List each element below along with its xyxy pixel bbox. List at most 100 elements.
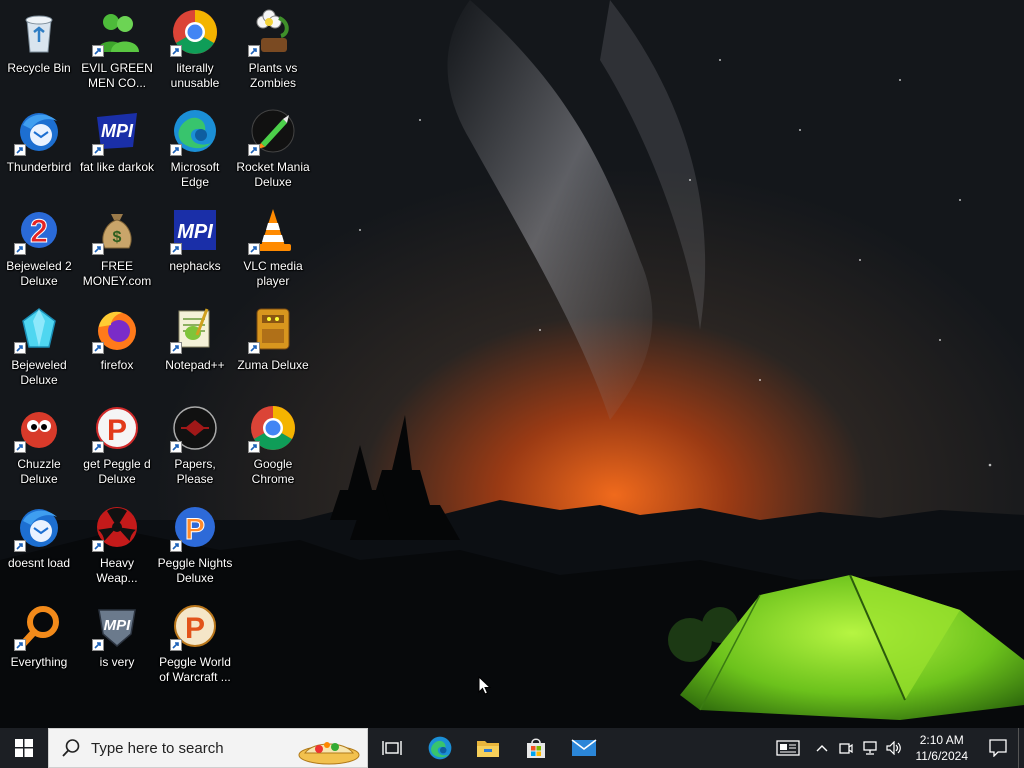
start-button[interactable] [0,728,48,768]
news-button[interactable] [766,728,810,768]
desktop-icon-label: Papers, Please [174,457,216,486]
search-input[interactable] [89,738,293,758]
notification-icon [989,739,1007,757]
shortcut-arrow-icon [248,45,260,57]
desktop-icon-firefox[interactable]: firefox [78,299,156,391]
desktop-icon-label: literally unusable [170,61,220,90]
desktop-icon-free-money[interactable]: $ FREE MONEY.com [78,200,156,292]
show-hidden-icons-button[interactable] [810,728,834,768]
shortcut-arrow-icon [248,144,260,156]
desktop-icon-heavy-weapon[interactable]: Heavy Weap... [78,497,156,589]
network-button[interactable] [858,728,882,768]
desktop-icon-everything[interactable]: Everything [0,596,78,688]
desktop-icon-label: firefox [100,358,134,372]
shortcut-arrow-icon [170,441,182,453]
desktop-icon-is-very[interactable]: MPI is very [78,596,156,688]
shortcut-arrow-icon [92,540,104,552]
desktop-icon-papers-please[interactable]: Papers, Please [156,398,234,490]
svg-text:2: 2 [30,213,48,249]
shortcut-arrow-icon [92,45,104,57]
desktop-icon-label: get Peggle d Deluxe [83,457,151,486]
network-icon [862,741,877,755]
search-highlight-icon[interactable] [295,731,363,767]
mail-icon [571,739,597,756]
desktop-icon-label: Everything [10,655,68,669]
desktop-icon-label: Chuzzle Deluxe [17,457,61,486]
taskbar-file-explorer-button[interactable] [464,728,512,768]
taskbar-store-button[interactable] [512,728,560,768]
chevron-up-icon [816,745,827,752]
shortcut-arrow-icon [92,441,104,453]
desktop-icon-bejeweled[interactable]: Bejeweled Deluxe [0,299,78,391]
mouse-cursor-icon [478,676,492,695]
taskbar-search-box[interactable] [48,728,368,768]
shortcut-arrow-icon [170,540,182,552]
news-icon [775,740,800,756]
taskbar-clock[interactable]: 2:10 AM 11/6/2024 [906,728,979,768]
shortcut-arrow-icon [248,342,260,354]
shortcut-arrow-icon [14,639,26,651]
shortcut-arrow-icon [14,540,26,552]
volume-button[interactable] [882,728,906,768]
svg-text:MPI: MPI [177,221,213,243]
desktop-icon-label: nephacks [169,259,221,273]
shortcut-arrow-icon [14,441,26,453]
desktop-icon-thunderbird[interactable]: Thunderbird [0,101,78,193]
svg-text:P: P [107,414,127,447]
clock-date: 11/6/2024 [915,749,969,763]
desktop-icon-fat-like-darkok[interactable]: MPI fat like darkok [78,101,156,193]
shortcut-arrow-icon [248,441,260,453]
task-view-button[interactable] [368,728,416,768]
desktop-icon-plants-vs-zombies[interactable]: Plants vs Zombies [234,2,312,94]
desktop: Recycle Bin Thunderbird 2 Bejeweled 2 De… [0,0,1024,728]
desktop-icon-vlc[interactable]: VLC media player [234,200,312,292]
desktop-icon-label: Microsoft Edge [170,160,220,189]
desktop-icon-label: is very [99,655,135,669]
desktop-icon-notepad-plus-plus[interactable]: Notepad++ [156,299,234,391]
desktop-icon-zuma[interactable]: Zuma Deluxe [234,299,312,391]
shortcut-arrow-icon [92,243,104,255]
desktop-icon-peggle-nights[interactable]: P Peggle Nights Deluxe [156,497,234,589]
svg-text:P: P [185,612,205,645]
shortcut-arrow-icon [170,144,182,156]
desktop-icon-doesnt-load[interactable]: doesnt load [0,497,78,589]
taskbar-edge-button[interactable] [416,728,464,768]
desktop-icon-bejeweled-2[interactable]: 2 Bejeweled 2 Deluxe [0,200,78,292]
desktop-icon-microsoft-edge[interactable]: Microsoft Edge [156,101,234,193]
desktop-icon-label: Rocket Mania Deluxe [236,160,310,189]
shortcut-arrow-icon [170,243,182,255]
desktop-icon-label: EVIL GREEN MEN CO... [81,61,153,90]
shortcut-arrow-icon [170,342,182,354]
desktop-icon-literally-unusable[interactable]: literally unusable [156,2,234,94]
desktop-icon-label: Heavy Weap... [96,556,138,585]
desktop-icon-get-peggle[interactable]: P get Peggle d Deluxe [78,398,156,490]
shortcut-arrow-icon [14,243,26,255]
desktop-icon-recycle-bin[interactable]: Recycle Bin [0,2,78,94]
show-desktop-button[interactable] [1018,728,1024,768]
desktop-icon-rocket-mania[interactable]: Rocket Mania Deluxe [234,101,312,193]
desktop-icon-peggle-world-of-warcraft[interactable]: P Peggle World of Warcraft ... [156,596,234,688]
desktop-icon-label: Notepad++ [165,358,225,372]
svg-text:$: $ [113,229,122,246]
clock-time: 2:10 AM [919,733,964,747]
desktop-icon-nephacks[interactable]: MPI nephacks [156,200,234,292]
shortcut-arrow-icon [92,144,104,156]
shortcut-arrow-icon [92,639,104,651]
task-view-icon [382,741,402,755]
desktop-icon-label: Peggle World of Warcraft ... [159,655,231,684]
desktop-icon-label: Recycle Bin [7,61,71,75]
meet-now-button[interactable] [834,728,858,768]
desktop-icon-evil-green-men[interactable]: EVIL GREEN MEN CO... [78,2,156,94]
volume-icon [885,741,901,755]
desktop-icon-chuzzle[interactable]: Chuzzle Deluxe [0,398,78,490]
notification-center-button[interactable] [978,728,1018,768]
edge-icon [428,736,452,760]
taskbar: 2:10 AM 11/6/2024 [0,728,1024,768]
taskbar-mail-button[interactable] [560,728,608,768]
file-explorer-icon [477,741,499,757]
shortcut-arrow-icon [170,639,182,651]
desktop-icon-google-chrome[interactable]: Google Chrome [234,398,312,490]
desktop-icon-label: Google Chrome [251,457,295,486]
system-tray: 2:10 AM 11/6/2024 [766,728,1024,768]
desktop-icon-label: Bejeweled Deluxe [11,358,67,387]
